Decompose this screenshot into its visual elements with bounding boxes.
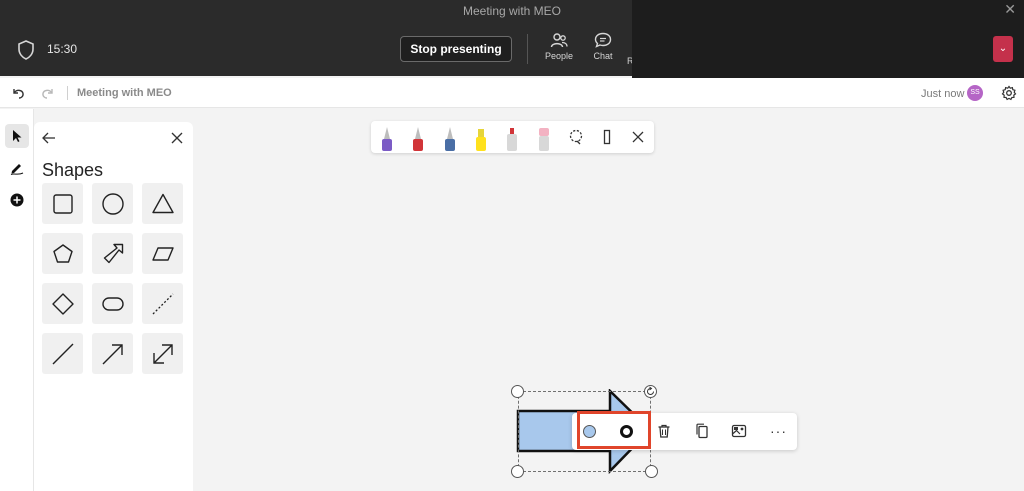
more-options-button[interactable]: ··· bbox=[770, 423, 787, 439]
avatar[interactable]: SS bbox=[967, 85, 983, 101]
chat-icon bbox=[594, 32, 612, 48]
select-tool-button[interactable] bbox=[5, 124, 29, 148]
shape-rounded-rectangle[interactable] bbox=[92, 283, 133, 324]
shape-diamond[interactable] bbox=[42, 283, 83, 324]
chat-button[interactable]: Chat bbox=[583, 32, 623, 61]
purple-pen-icon[interactable] bbox=[380, 125, 394, 151]
shapes-panel: Shapes bbox=[34, 122, 193, 491]
resize-handle-bottom-right[interactable] bbox=[645, 465, 658, 478]
shape-triangle[interactable] bbox=[142, 183, 183, 224]
arrow-line-icon bbox=[102, 343, 123, 364]
tool-rail bbox=[0, 109, 34, 491]
eraser-icon[interactable] bbox=[505, 125, 519, 151]
window-close-button[interactable]: ✕ bbox=[1004, 2, 1016, 18]
shape-line[interactable] bbox=[42, 333, 83, 374]
close-icon[interactable] bbox=[169, 130, 185, 146]
ink-toolbar bbox=[371, 121, 654, 153]
blue-pen-icon[interactable] bbox=[443, 125, 457, 151]
resize-handle-top-left[interactable] bbox=[511, 385, 524, 398]
people-label: People bbox=[544, 51, 574, 61]
whiteboard-header: Meeting with MEO Just now bbox=[0, 78, 1024, 108]
triangle-icon bbox=[151, 193, 174, 213]
yellow-highlighter-icon[interactable] bbox=[474, 125, 488, 151]
shape-square[interactable] bbox=[42, 183, 83, 224]
trash-icon[interactable] bbox=[656, 423, 672, 439]
double-arrow-icon bbox=[152, 343, 173, 364]
cursor-icon bbox=[13, 130, 22, 142]
shape-pentagon[interactable] bbox=[42, 233, 83, 274]
line-icon bbox=[52, 343, 73, 364]
chat-label: Chat bbox=[593, 51, 613, 61]
redo-icon[interactable] bbox=[40, 85, 56, 101]
highlight-annotation bbox=[577, 411, 651, 449]
image-icon[interactable] bbox=[731, 423, 747, 439]
plus-circle-icon bbox=[10, 193, 24, 207]
diamond-icon bbox=[51, 292, 74, 315]
arrow-shape-icon bbox=[103, 243, 123, 263]
circle-icon bbox=[101, 192, 124, 215]
pink-highlighter-icon[interactable] bbox=[537, 125, 551, 151]
shape-double-arrow[interactable] bbox=[142, 333, 183, 374]
gear-icon[interactable] bbox=[1001, 85, 1017, 101]
pen-tool-button[interactable] bbox=[5, 156, 29, 180]
shape-parallelogram[interactable] bbox=[142, 233, 183, 274]
shape-arrow-line[interactable] bbox=[92, 333, 133, 374]
resize-handle-bottom-left[interactable] bbox=[511, 465, 524, 478]
stop-presenting-button[interactable]: Stop presenting bbox=[400, 36, 512, 62]
close-icon[interactable] bbox=[630, 129, 646, 145]
rotate-icon bbox=[647, 386, 654, 395]
shape-dashed-line[interactable] bbox=[142, 283, 183, 324]
people-icon bbox=[550, 33, 568, 48]
ruler-icon[interactable] bbox=[599, 129, 615, 145]
dashed-line-icon bbox=[152, 293, 173, 314]
raise-hand-label-cropped[interactable]: Raise bbox=[627, 56, 632, 66]
leave-dropdown-button[interactable]: ⌄ bbox=[993, 36, 1013, 62]
rotate-handle[interactable] bbox=[644, 385, 657, 398]
add-tool-button[interactable] bbox=[5, 188, 29, 212]
shape-circle[interactable] bbox=[92, 183, 133, 224]
meeting-timer: 15:30 bbox=[47, 42, 78, 56]
people-button[interactable]: People bbox=[539, 32, 579, 61]
shape-arrow-block[interactable] bbox=[92, 233, 133, 274]
parallelogram-icon bbox=[151, 246, 174, 261]
pentagon-icon bbox=[52, 243, 73, 263]
panel-title: Shapes bbox=[42, 160, 104, 180]
lasso-select-icon[interactable] bbox=[568, 129, 584, 145]
undo-icon[interactable] bbox=[10, 85, 26, 101]
pen-icon bbox=[10, 164, 24, 175]
whiteboard-title: Meeting with MEO bbox=[77, 87, 172, 99]
meeting-controls-bar: 15:30 Stop presenting People Chat bbox=[0, 24, 632, 76]
save-status: Just now bbox=[921, 88, 965, 100]
copy-icon[interactable] bbox=[694, 423, 710, 439]
back-arrow-icon[interactable] bbox=[41, 130, 57, 146]
meeting-bar-divider bbox=[527, 34, 528, 64]
title-bar-right-panel: ✕ bbox=[632, 0, 1024, 80]
rounded-rectangle-icon bbox=[101, 296, 124, 311]
square-icon bbox=[52, 193, 73, 214]
shield-icon bbox=[18, 40, 34, 60]
red-pen-icon[interactable] bbox=[411, 125, 425, 151]
header-divider bbox=[67, 86, 68, 100]
